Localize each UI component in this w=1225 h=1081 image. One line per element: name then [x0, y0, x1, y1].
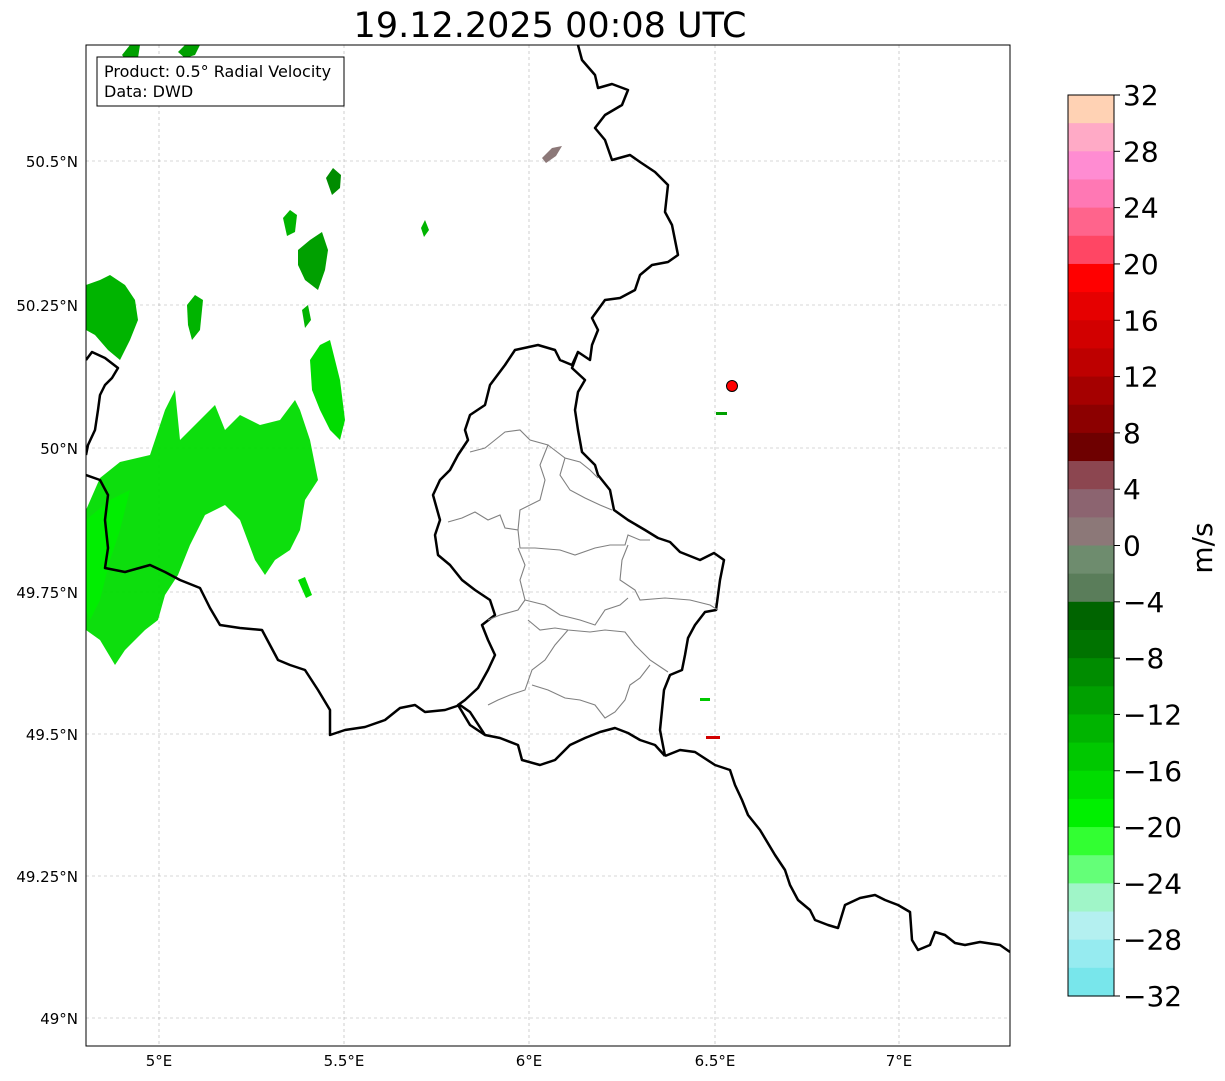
radar-site-marker [726, 380, 738, 392]
info-product: Product: 0.5° Radial Velocity [104, 62, 331, 81]
colorbar-tick-label: 8 [1123, 417, 1141, 450]
colorbar-tick-label: −32 [1123, 980, 1182, 1013]
colorbar-unit-label: m/s [1186, 522, 1219, 573]
colorbar-swatch [1068, 348, 1114, 378]
colorbar-tick-label: −20 [1123, 811, 1182, 844]
lon-tick-label: 6°E [516, 1052, 543, 1070]
colorbar-swatch [1068, 235, 1114, 265]
colorbar-ticks: 32 28 24 20 16 12 8 4 0 −4 −8 −12 −16 −20 −24 −28 −32 [1114, 79, 1182, 1013]
lat-tick-label: 50.25°N [16, 297, 78, 315]
colorbar-swatch [1068, 658, 1114, 687]
echo-speck-3 [716, 412, 727, 415]
info-box: Product: 0.5° Radial Velocity Data: DWD [96, 56, 345, 107]
echo-speck-1 [700, 698, 710, 701]
lon-tick-label: 5°E [146, 1052, 173, 1070]
info-data-source: Data: DWD [104, 82, 193, 101]
colorbar-swatch [1068, 798, 1114, 828]
colorbar-tick-label: −12 [1123, 698, 1182, 731]
colorbar-swatches [1068, 95, 1114, 997]
lat-tick-labels: 50.5°N 50.25°N 50°N 49.75°N 49.5°N 49.25… [16, 153, 78, 1028]
colorbar-swatch [1068, 686, 1114, 716]
colorbar-swatch [1068, 939, 1114, 969]
colorbar-swatch [1068, 263, 1114, 293]
lon-tick-label: 5.5°E [324, 1052, 365, 1070]
colorbar-tick-label: −4 [1123, 586, 1164, 619]
lat-tick-label: 49.25°N [16, 868, 78, 886]
colorbar-tick-label: 4 [1123, 473, 1141, 506]
colorbar-tick-label: −16 [1123, 755, 1182, 788]
colorbar-swatch [1068, 123, 1114, 152]
colorbar-swatch [1068, 629, 1114, 659]
colorbar-tick-label: 16 [1123, 304, 1159, 337]
colorbar-swatch [1068, 770, 1114, 800]
colorbar-swatch [1068, 404, 1114, 434]
colorbar-swatch [1068, 151, 1114, 181]
colorbar-tick-label: 0 [1123, 530, 1141, 563]
colorbar-swatch [1068, 489, 1114, 518]
colorbar-swatch [1068, 207, 1114, 237]
colorbar-swatch [1068, 855, 1114, 884]
colorbar-swatch [1068, 432, 1114, 462]
colorbar-swatch [1068, 827, 1114, 856]
colorbar-tick-label: −28 [1123, 924, 1182, 957]
colorbar-tick-label: −8 [1123, 642, 1164, 675]
lon-tick-label: 7°E [886, 1052, 913, 1070]
colorbar-tick-label: 32 [1123, 79, 1159, 112]
lat-tick-label: 49.75°N [16, 584, 78, 602]
colorbar-swatch [1068, 714, 1114, 744]
colorbar-swatch [1068, 573, 1114, 603]
colorbar-swatch [1068, 320, 1114, 350]
colorbar-swatch [1068, 517, 1114, 547]
lon-tick-labels: 5°E 5.5°E 6°E 6.5°E 7°E [146, 1052, 913, 1070]
colorbar: 32 28 24 20 16 12 8 4 0 −4 −8 −12 −16 −20 −24 −28 −32 m/… [1067, 79, 1219, 1013]
lat-tick-label: 50.5°N [26, 153, 78, 171]
colorbar-swatch [1068, 911, 1114, 941]
colorbar-swatch [1068, 292, 1114, 321]
colorbar-swatch [1068, 883, 1114, 913]
lat-tick-label: 49.5°N [26, 726, 78, 744]
colorbar-tick-label: −24 [1123, 867, 1182, 900]
colorbar-swatch [1068, 95, 1114, 124]
colorbar-swatch [1068, 967, 1114, 997]
colorbar-swatch [1068, 376, 1114, 406]
colorbar-swatch [1068, 601, 1114, 631]
colorbar-tick-label: 24 [1123, 192, 1159, 225]
colorbar-tick-label: 12 [1123, 361, 1159, 394]
lat-tick-label: 49°N [40, 1010, 78, 1028]
echo-speck-2 [706, 736, 720, 739]
colorbar-tick-label: 20 [1123, 248, 1159, 281]
colorbar-swatch [1068, 545, 1114, 575]
lon-tick-label: 6.5°E [695, 1052, 736, 1070]
lat-tick-label: 50°N [40, 440, 78, 458]
colorbar-swatch [1068, 179, 1114, 209]
colorbar-swatch [1068, 461, 1114, 490]
colorbar-swatch [1068, 742, 1114, 772]
colorbar-tick-label: 28 [1123, 135, 1159, 168]
